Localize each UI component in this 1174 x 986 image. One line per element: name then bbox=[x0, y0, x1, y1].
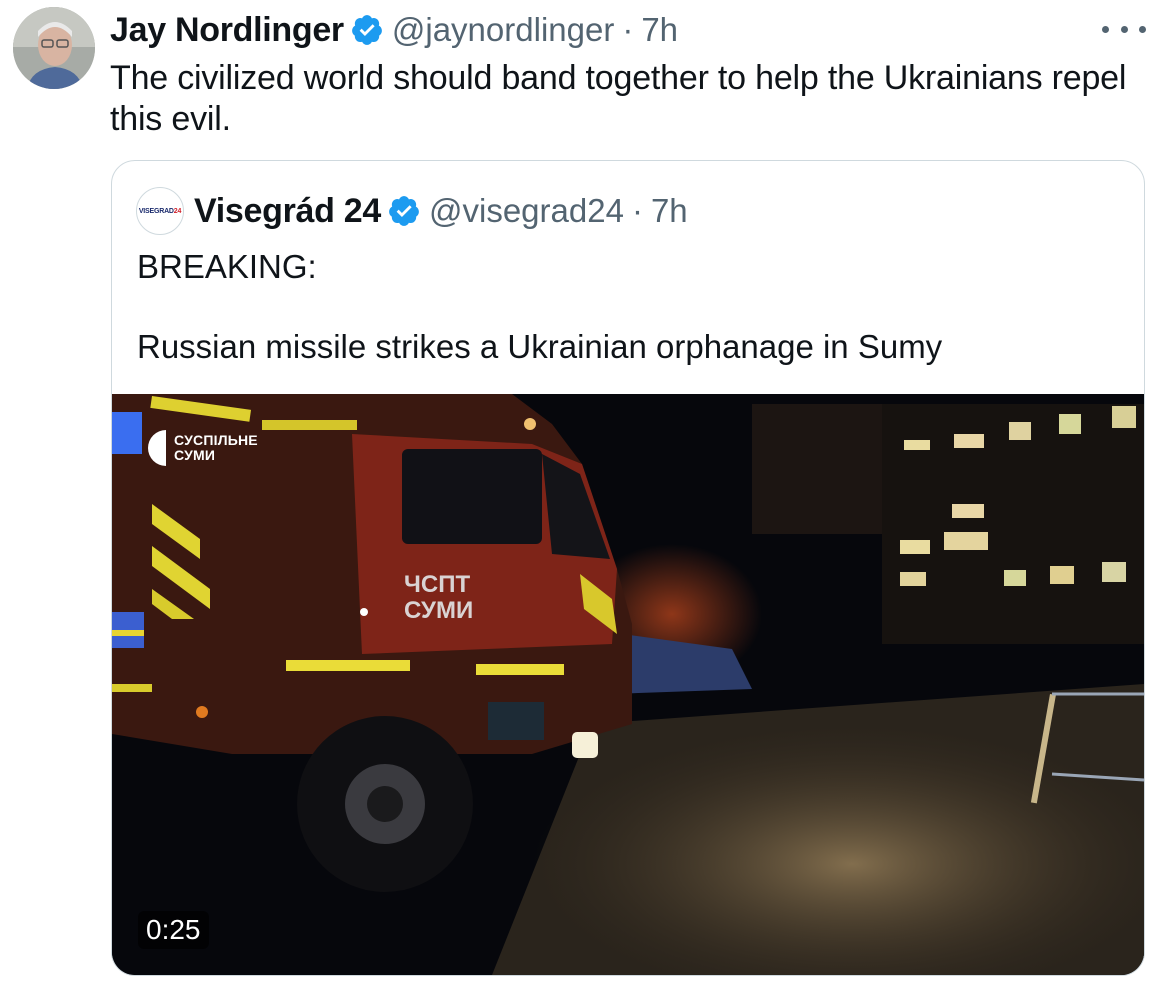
quoted-tweet-header: VISEGRAD24 Visegrád 24 @visegrad24 · 7h bbox=[136, 185, 688, 237]
more-options-icon[interactable] bbox=[1102, 14, 1146, 44]
truck-label-line-1: ЧСПТ bbox=[404, 571, 470, 598]
author-photo bbox=[13, 7, 95, 89]
video-frame: ЧСПТ СУМИ bbox=[112, 394, 1144, 975]
video-player[interactable]: ЧСПТ СУМИ СУСПІЛЬНЕ СУМИ 0:25 bbox=[112, 394, 1144, 975]
verified-badge-icon bbox=[387, 194, 421, 228]
quoted-avatar-logo: VISEGRAD24 bbox=[138, 207, 182, 215]
quoted-author-display-name: Visegrád 24 bbox=[194, 191, 381, 230]
author-handle[interactable]: @jaynordlinger bbox=[392, 11, 614, 49]
quoted-tweet[interactable]: VISEGRAD24 Visegrád 24 @visegrad24 · 7h … bbox=[111, 160, 1145, 976]
watermark-line-2: СУМИ bbox=[174, 447, 216, 463]
quoted-author-avatar: VISEGRAD24 bbox=[136, 187, 184, 235]
video-watermark: СУСПІЛЬНЕ СУМИ bbox=[148, 430, 258, 466]
author-display-name[interactable]: Jay Nordlinger bbox=[110, 11, 344, 50]
truck-label-line-2: СУМИ bbox=[404, 597, 473, 624]
quoted-author-handle: @visegrad24 bbox=[428, 192, 624, 229]
verified-badge-icon bbox=[350, 13, 384, 47]
quoted-tweet-timestamp: 7h bbox=[650, 192, 688, 229]
quoted-tweet-text: BREAKING: Russian missile strikes a Ukra… bbox=[137, 247, 1117, 367]
tweet-text: The civilized world should band together… bbox=[110, 59, 1127, 138]
header-separator: · bbox=[622, 11, 634, 48]
tweet[interactable]: Jay Nordlinger @jaynordlinger · 7h The c… bbox=[0, 0, 1174, 986]
quoted-header-separator: · bbox=[631, 192, 643, 229]
watermark-line-1: СУСПІЛЬНЕ bbox=[174, 432, 258, 448]
tweet-header: Jay Nordlinger @jaynordlinger · 7h bbox=[110, 6, 678, 54]
suspilne-logo-icon bbox=[148, 430, 168, 466]
video-duration-badge: 0:25 bbox=[138, 911, 209, 949]
watermark-text: СУСПІЛЬНЕ СУМИ bbox=[174, 433, 258, 463]
quoted-text-line-1: BREAKING: bbox=[137, 248, 317, 285]
quoted-text-line-2: Russian missile strikes a Ukrainian orph… bbox=[137, 328, 943, 365]
author-avatar[interactable] bbox=[13, 7, 95, 89]
tweet-timestamp[interactable]: 7h bbox=[641, 11, 678, 49]
